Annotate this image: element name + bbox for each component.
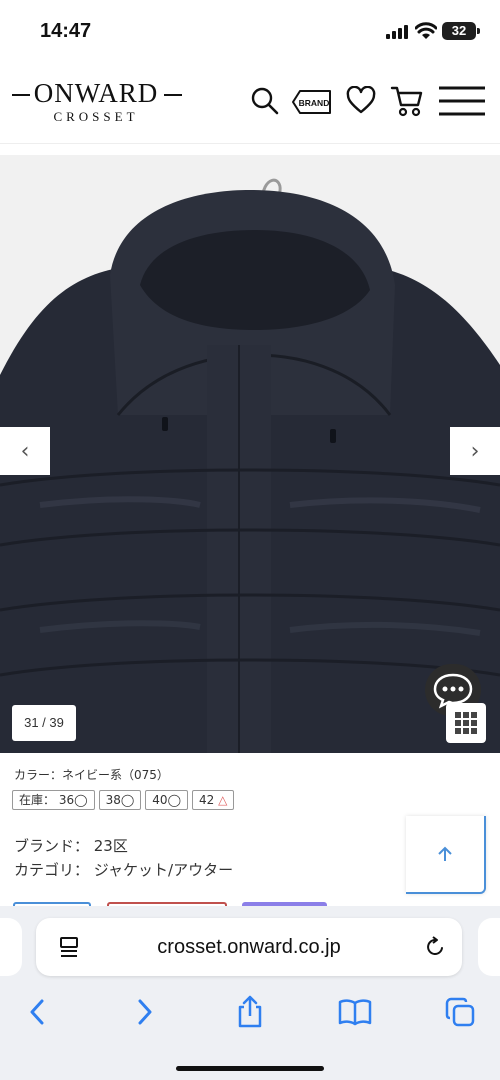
status-bar: 14:47 32 [0,0,500,60]
category-line: カテゴリ： ジャケット/アウター [14,861,234,879]
wifi-icon [415,22,437,39]
product-meta: ブランド： 23区 カテゴリ： ジャケット/アウター [14,834,233,882]
prev-image-button[interactable]: ‹ [0,427,50,475]
image-counter: 31 / 39 [12,705,76,741]
battery-indicator: 32 [442,22,480,40]
search-icon[interactable] [250,86,280,116]
cellular-signal-icon [386,25,408,39]
next-tab-peek[interactable] [478,918,500,976]
browser-toolbar: crosset.onward.co.jp [0,906,500,1080]
size-label: 42 [199,793,215,807]
tabs-icon [445,997,475,1027]
stock-list: 在庫： 36◯ 38◯ 40◯ 42 △ [12,790,235,810]
book-icon [338,999,372,1026]
size-label: 40 [152,793,168,807]
share-button[interactable] [230,992,270,1032]
grid-icon [455,712,477,734]
logo-line-right [164,94,182,96]
arrow-up-icon [438,846,452,861]
url-text: crosset.onward.co.jp [157,936,341,958]
status-time: 14:47 [40,20,92,42]
stock-mark: ◯ [167,793,181,807]
logo-main: ONWARD [33,78,159,108]
size-label: 38 [105,793,121,807]
color-info: カラー：ネイビー系（075） [14,768,169,782]
chevron-right-icon [138,999,152,1025]
stock-mark: ◯ [120,793,135,807]
stock-size-40[interactable]: 40◯ [145,790,188,810]
stock-mark-low: △ [218,793,228,807]
chevron-left-icon [30,999,44,1025]
cart-icon[interactable] [390,84,424,118]
stock-size-42[interactable]: 42 △ [192,790,235,810]
menu-icon[interactable] [438,85,486,117]
brand-tag-label: BRAND [299,98,330,108]
stock-mark: ◯ [74,793,88,807]
site-logo[interactable]: ONWARD CROSSET [12,78,182,126]
site-header: ONWARD CROSSET BRAND [0,60,500,144]
stock-size-38[interactable]: 38◯ [98,790,142,810]
address-bar[interactable]: crosset.onward.co.jp [36,918,462,976]
tabs-button[interactable] [440,992,480,1032]
back-button[interactable] [18,992,58,1032]
forward-button[interactable] [124,992,164,1032]
home-indicator [176,1066,324,1071]
heart-icon[interactable] [346,86,376,114]
brand-line: ブランド： 23区 [14,837,128,855]
thumbnail-grid-button[interactable] [446,703,486,743]
bookmarks-button[interactable] [335,992,375,1032]
brand-tag-icon[interactable]: BRAND [292,89,332,115]
previous-tab-peek[interactable] [0,918,22,976]
scroll-to-top-button[interactable] [406,816,486,894]
size-label: 36 [58,793,75,807]
stock-label: 在庫： [19,793,56,807]
reload-icon[interactable] [424,936,446,958]
share-icon [238,995,262,1028]
next-image-button[interactable]: › [450,427,500,475]
logo-sub: CROSSET [53,109,139,124]
stock-size-36[interactable]: 在庫： 36◯ [12,790,95,810]
